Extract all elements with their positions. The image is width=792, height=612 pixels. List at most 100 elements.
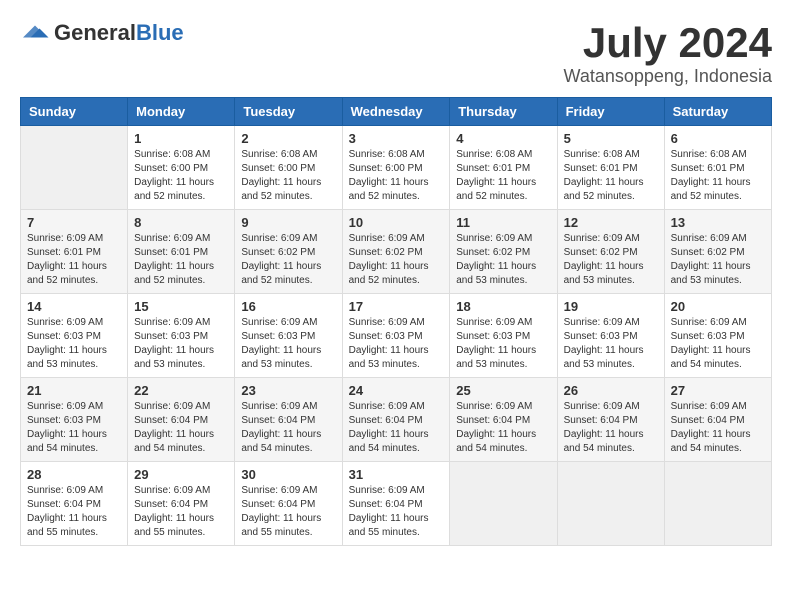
day-info: Sunrise: 6:08 AM Sunset: 6:01 PM Dayligh… — [456, 148, 550, 204]
weekday-header-monday: Monday — [128, 98, 235, 126]
calendar-cell: 19 Sunrise: 6:09 AM Sunset: 6:03 PM Dayli… — [557, 294, 664, 378]
title-block: July 2024 Watansoppeng, Indonesia — [564, 20, 773, 87]
day-number: 9 — [241, 215, 335, 230]
calendar-cell: 31 Sunrise: 6:09 AM Sunset: 6:04 PM Dayli… — [342, 462, 450, 546]
calendar-cell: 11 Sunrise: 6:09 AM Sunset: 6:02 PM Dayli… — [450, 210, 557, 294]
calendar-cell — [21, 126, 128, 210]
calendar-cell: 5 Sunrise: 6:08 AM Sunset: 6:01 PM Daylig… — [557, 126, 664, 210]
calendar-cell: 14Sunrise: 6:09 AM Sunset: 6:03 PM Dayli… — [21, 294, 128, 378]
calendar-cell: 26 Sunrise: 6:09 AM Sunset: 6:04 PM Dayli… — [557, 378, 664, 462]
calendar-cell: 8 Sunrise: 6:09 AM Sunset: 6:01 PM Daylig… — [128, 210, 235, 294]
calendar-week-2: 7 Sunrise: 6:09 AM Sunset: 6:01 PM Daylig… — [21, 210, 772, 294]
day-info: Sunrise: 6:09 AM Sunset: 6:04 PM Dayligh… — [564, 400, 658, 456]
calendar-cell: 15Sunrise: 6:09 AM Sunset: 6:03 PM Dayli… — [128, 294, 235, 378]
day-number: 2 — [241, 131, 335, 146]
day-info: Sunrise: 6:09 AM Sunset: 6:02 PM Dayligh… — [349, 232, 444, 288]
calendar-cell: 3 Sunrise: 6:08 AM Sunset: 6:00 PM Daylig… — [342, 126, 450, 210]
logo-general: General — [54, 20, 136, 45]
weekday-header-wednesday: Wednesday — [342, 98, 450, 126]
calendar-cell: 2 Sunrise: 6:08 AM Sunset: 6:00 PM Daylig… — [235, 126, 342, 210]
day-info: Sunrise: 6:08 AM Sunset: 6:00 PM Dayligh… — [349, 148, 444, 204]
day-number: 13 — [671, 215, 765, 230]
calendar-cell: 13 Sunrise: 6:09 AM Sunset: 6:02 PM Dayli… — [664, 210, 771, 294]
location-title: Watansoppeng, Indonesia — [564, 66, 773, 87]
calendar-cell: 4Sunrise: 6:08 AM Sunset: 6:01 PM Daylig… — [450, 126, 557, 210]
day-number: 3 — [349, 131, 444, 146]
day-number: 15 — [134, 299, 228, 314]
day-info: Sunrise: 6:09 AM Sunset: 6:03 PM Dayligh… — [27, 400, 121, 456]
day-info: Sunrise: 6:09 AM Sunset: 6:04 PM Dayligh… — [349, 484, 444, 540]
day-number: 30 — [241, 467, 335, 482]
day-number: 1 — [134, 131, 228, 146]
logo-text: GeneralBlue — [54, 20, 184, 46]
day-number: 11 — [456, 215, 550, 230]
day-info: Sunrise: 6:09 AM Sunset: 6:04 PM Dayligh… — [671, 400, 765, 456]
day-number: 28 — [27, 467, 121, 482]
calendar-cell: 17Sunrise: 6:09 AM Sunset: 6:03 PM Dayli… — [342, 294, 450, 378]
day-number: 18 — [456, 299, 550, 314]
weekday-header-saturday: Saturday — [664, 98, 771, 126]
calendar-week-3: 14 Sunrise: 6:09 AM Sunset: 6:03 PM Dayli… — [21, 294, 772, 378]
day-info: Sunrise: 6:09 AM Sunset: 6:01 PM Dayligh… — [134, 232, 228, 288]
day-info: Sunrise: 6:09 AM Sunset: 6:03 PM Dayligh… — [671, 316, 765, 372]
calendar-cell: 20Sunrise: 6:09 AM Sunset: 6:03 PM Dayli… — [664, 294, 771, 378]
day-number: 31 — [349, 467, 444, 482]
day-number: 27 — [671, 383, 765, 398]
day-info: Sunrise: 6:09 AM Sunset: 6:04 PM Dayligh… — [456, 400, 550, 456]
calendar-week-5: 28 Sunrise: 6:09 AM Sunset: 6:04 PM Dayli… — [21, 462, 772, 546]
calendar-cell: 24 Sunrise: 6:09 AM Sunset: 6:04 PM Dayli… — [342, 378, 450, 462]
day-number: 8 — [134, 215, 228, 230]
calendar-cell: 12Sunrise: 6:09 AM Sunset: 6:02 PM Dayli… — [557, 210, 664, 294]
logo-blue: Blue — [136, 20, 184, 45]
calendar-cell: 23Sunrise: 6:09 AM Sunset: 6:04 PM Dayli… — [235, 378, 342, 462]
weekday-header-friday: Friday — [557, 98, 664, 126]
day-info: Sunrise: 6:09 AM Sunset: 6:04 PM Dayligh… — [241, 400, 335, 456]
day-info: Sunrise: 6:09 AM Sunset: 6:03 PM Dayligh… — [456, 316, 550, 372]
day-info: Sunrise: 6:08 AM Sunset: 6:01 PM Dayligh… — [564, 148, 658, 204]
day-info: Sunrise: 6:08 AM Sunset: 6:00 PM Dayligh… — [134, 148, 228, 204]
day-number: 24 — [349, 383, 444, 398]
day-info: Sunrise: 6:08 AM Sunset: 6:00 PM Dayligh… — [241, 148, 335, 204]
day-info: Sunrise: 6:09 AM Sunset: 6:04 PM Dayligh… — [349, 400, 444, 456]
day-number: 6 — [671, 131, 765, 146]
calendar-cell: 27 Sunrise: 6:09 AM Sunset: 6:04 PM Dayli… — [664, 378, 771, 462]
calendar-cell: 18 Sunrise: 6:09 AM Sunset: 6:03 PM Dayli… — [450, 294, 557, 378]
day-info: Sunrise: 6:08 AM Sunset: 6:01 PM Dayligh… — [671, 148, 765, 204]
calendar-week-1: 1 Sunrise: 6:08 AM Sunset: 6:00 PM Daylig… — [21, 126, 772, 210]
calendar-cell: 28 Sunrise: 6:09 AM Sunset: 6:04 PM Dayli… — [21, 462, 128, 546]
calendar-cell: 22Sunrise: 6:09 AM Sunset: 6:04 PM Dayli… — [128, 378, 235, 462]
month-title: July 2024 — [564, 20, 773, 66]
calendar-cell — [664, 462, 771, 546]
day-number: 7 — [27, 215, 121, 230]
calendar-cell: 29Sunrise: 6:09 AM Sunset: 6:04 PM Dayli… — [128, 462, 235, 546]
calendar-cell: 21 Sunrise: 6:09 AM Sunset: 6:03 PM Dayli… — [21, 378, 128, 462]
calendar-cell — [557, 462, 664, 546]
weekday-header-sunday: Sunday — [21, 98, 128, 126]
calendar-cell: 6 Sunrise: 6:08 AM Sunset: 6:01 PM Daylig… — [664, 126, 771, 210]
day-info: Sunrise: 6:09 AM Sunset: 6:03 PM Dayligh… — [564, 316, 658, 372]
calendar-table: SundayMondayTuesdayWednesdayThursdayFrid… — [20, 97, 772, 546]
calendar-cell — [450, 462, 557, 546]
day-number: 17 — [349, 299, 444, 314]
day-number: 14 — [27, 299, 121, 314]
day-info: Sunrise: 6:09 AM Sunset: 6:02 PM Dayligh… — [241, 232, 335, 288]
calendar-cell: 1 Sunrise: 6:08 AM Sunset: 6:00 PM Daylig… — [128, 126, 235, 210]
day-number: 19 — [564, 299, 658, 314]
day-number: 21 — [27, 383, 121, 398]
page-header: GeneralBlue July 2024 Watansoppeng, Indo… — [20, 20, 772, 87]
day-info: Sunrise: 6:09 AM Sunset: 6:01 PM Dayligh… — [27, 232, 121, 288]
day-info: Sunrise: 6:09 AM Sunset: 6:02 PM Dayligh… — [671, 232, 765, 288]
calendar-cell: 9 Sunrise: 6:09 AM Sunset: 6:02 PM Daylig… — [235, 210, 342, 294]
calendar-week-4: 21 Sunrise: 6:09 AM Sunset: 6:03 PM Dayli… — [21, 378, 772, 462]
weekday-header-tuesday: Tuesday — [235, 98, 342, 126]
day-number: 29 — [134, 467, 228, 482]
day-number: 5 — [564, 131, 658, 146]
day-number: 26 — [564, 383, 658, 398]
day-info: Sunrise: 6:09 AM Sunset: 6:04 PM Dayligh… — [241, 484, 335, 540]
day-info: Sunrise: 6:09 AM Sunset: 6:04 PM Dayligh… — [27, 484, 121, 540]
day-info: Sunrise: 6:09 AM Sunset: 6:02 PM Dayligh… — [456, 232, 550, 288]
calendar-cell: 16Sunrise: 6:09 AM Sunset: 6:03 PM Dayli… — [235, 294, 342, 378]
weekday-header-thursday: Thursday — [450, 98, 557, 126]
calendar-cell: 10Sunrise: 6:09 AM Sunset: 6:02 PM Dayli… — [342, 210, 450, 294]
calendar-cell: 30 Sunrise: 6:09 AM Sunset: 6:04 PM Dayli… — [235, 462, 342, 546]
